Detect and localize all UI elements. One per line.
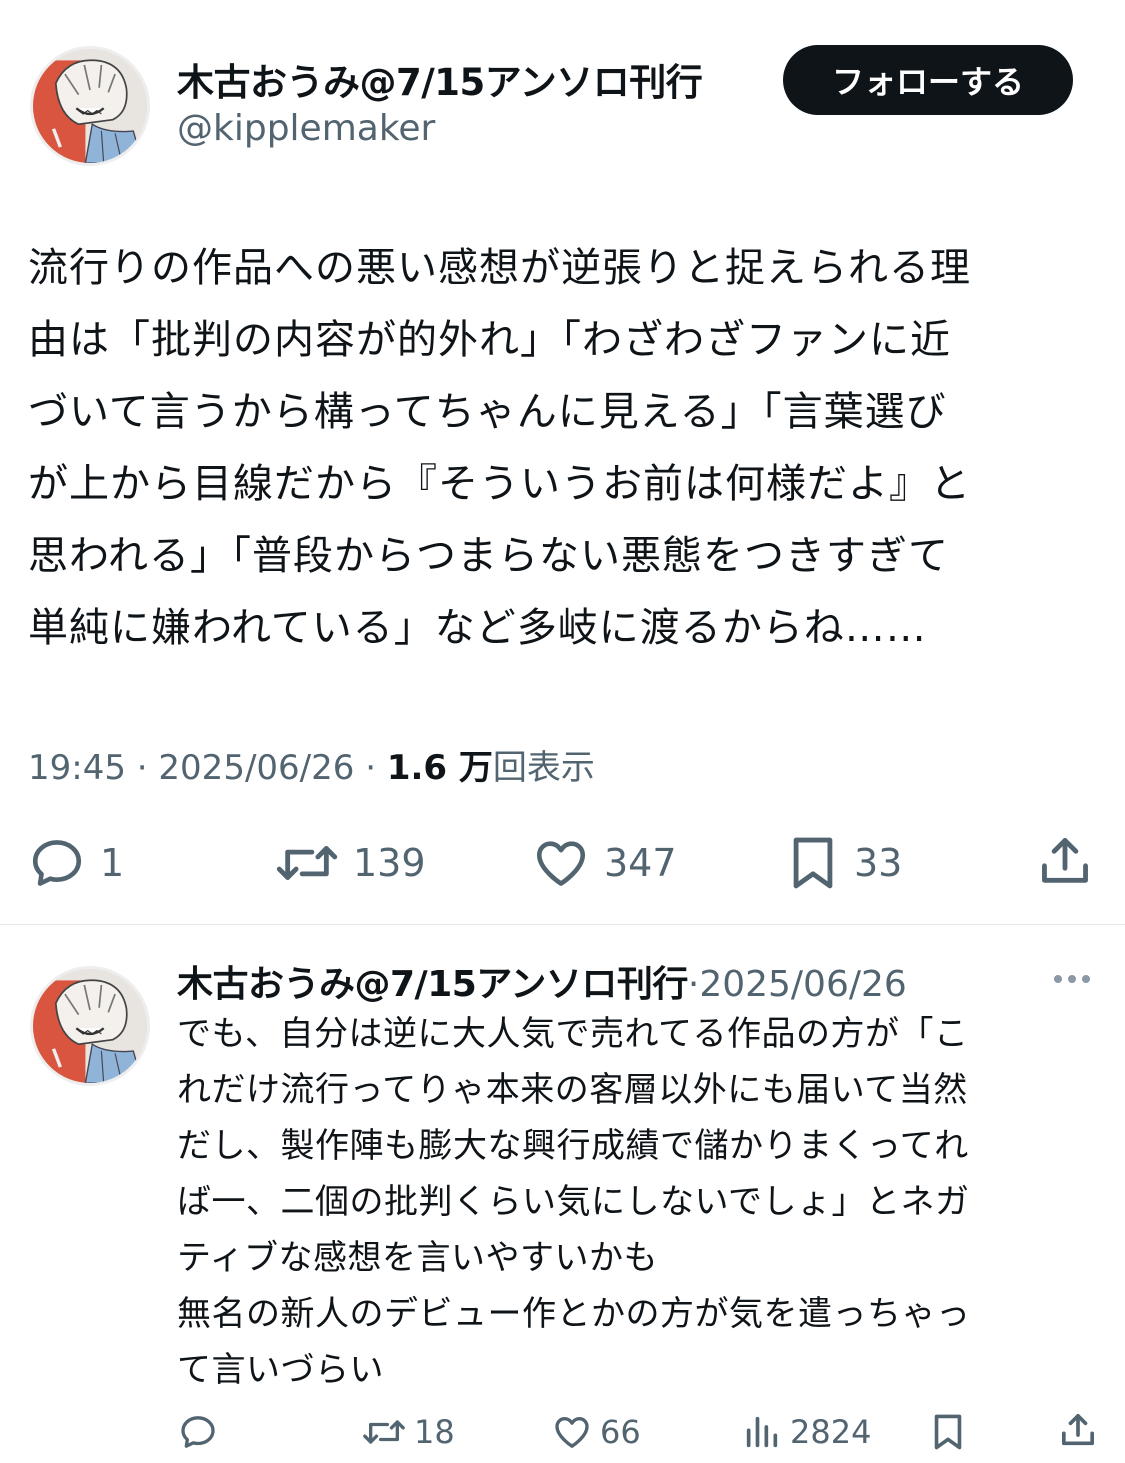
reply-text-line: て言いづらい <box>177 1350 384 1390</box>
reply-retweet-button[interactable]: 18 <box>362 1412 455 1452</box>
heart-icon <box>555 1417 589 1448</box>
reply-more-button[interactable] <box>1050 964 1094 998</box>
share-icon <box>1042 838 1088 883</box>
reply-text-line: だし、製作陣も膨大な興行成績で儲かりまくってれ <box>177 1126 969 1166</box>
author-display-name[interactable]: 木古おうみ@7/15アンソロ刊行 <box>177 52 703 106</box>
bookmark-count: 33 <box>854 841 903 885</box>
reply-views-button[interactable]: 2824 <box>742 1412 871 1452</box>
meta-separator: · <box>136 748 148 788</box>
views-label: 回表示 <box>492 748 595 788</box>
reply-text-line: ば一、二個の批判くらい気にしないでしょ」とネガ <box>177 1182 970 1222</box>
divider <box>0 924 1125 925</box>
tweet-text-line: 思われる」「普段からつまらない悪態をつきすぎて <box>28 533 949 579</box>
reply-text-line: でも、自分は逆に大人気で売れてる作品の方が「こ <box>177 1014 969 1054</box>
tweet-text-line: 由は「批判の内容が的外れ」「わざわざファンに近 <box>28 317 951 363</box>
tweet-text: 流行りの作品への悪い感想が逆張りと捉えられる理 由は「批判の内容が的外れ」「わざ… <box>28 232 1088 664</box>
retweet-count: 139 <box>353 841 426 885</box>
reply-icon <box>181 1416 215 1448</box>
share-icon <box>1062 1414 1094 1446</box>
tweet-text-line: づいて言うから構ってちゃんに見える」「言葉選び <box>28 389 947 435</box>
retweet-icon <box>363 1420 405 1444</box>
reply-count: 1 <box>100 841 125 885</box>
reply-reply-button[interactable] <box>178 1412 218 1452</box>
retweet-icon <box>276 846 338 880</box>
reply-author-avatar[interactable] <box>30 966 150 1086</box>
heart-icon <box>536 841 586 886</box>
author-avatar[interactable] <box>30 46 150 166</box>
reply-text-line: 無名の新人のデビュー作とかの方が気を遣っちゃっ <box>177 1294 971 1334</box>
author-handle[interactable]: @kipplemaker <box>177 108 435 149</box>
reply-date[interactable]: 2025/06/26 <box>699 964 907 1005</box>
views-count[interactable]: 1.6 万 <box>387 748 493 788</box>
tweet-text-line: 単純に嫌われている」など多岐に渡るからね…… <box>28 605 927 651</box>
follow-button[interactable]: フォローする <box>783 45 1073 115</box>
reply-share-button[interactable] <box>1058 1410 1098 1450</box>
meta-separator: · <box>365 748 377 788</box>
user-avatar-illustration <box>33 969 147 1083</box>
reply-like-count: 66 <box>600 1413 641 1451</box>
views-chart-icon <box>746 1416 778 1448</box>
reply-retweet-count: 18 <box>414 1413 455 1451</box>
reply-button[interactable]: 1 <box>28 834 124 892</box>
retweet-button[interactable]: 139 <box>275 834 426 892</box>
bookmark-icon <box>934 1414 962 1450</box>
like-button[interactable]: 347 <box>532 834 677 892</box>
more-dots-icon <box>1054 975 1090 983</box>
tweet-text-line: 流行りの作品への悪い感想が逆張りと捉えられる理 <box>28 245 971 291</box>
tweet-text-line: が上から目線だから『そういうお前は何様だよ』と <box>28 461 971 507</box>
reply-author-name[interactable]: 木古おうみ@7/15アンソロ刊行 <box>177 964 688 1005</box>
bookmark-icon <box>793 837 833 889</box>
reply-views-count: 2824 <box>790 1413 872 1451</box>
reply-like-button[interactable]: 66 <box>552 1412 641 1452</box>
tweet-time[interactable]: 19:45 <box>28 748 126 788</box>
tweet-meta: 19:45 · 2025/06/26 · 1.6 万回表示 <box>28 740 595 789</box>
reply-icon <box>32 840 82 886</box>
reply-separator: · <box>687 964 700 1005</box>
reply-header: 木古おうみ@7/15アンソロ刊行·2025/06/26 <box>177 955 907 1007</box>
reply-bookmark-button[interactable] <box>930 1412 966 1452</box>
user-avatar-illustration <box>33 49 147 163</box>
bookmark-button[interactable]: 33 <box>786 834 902 892</box>
share-button[interactable] <box>1036 832 1094 890</box>
like-count: 347 <box>604 841 677 885</box>
reply-text-line: れだけ流行ってりゃ本来の客層以外にも届いて当然 <box>177 1070 968 1110</box>
tweet-date[interactable]: 2025/06/26 <box>158 748 354 788</box>
reply-text: でも、自分は逆に大人気で売れてる作品の方が「こ れだけ流行ってりゃ本来の客層以外… <box>177 1006 1097 1398</box>
reply-text-line: ティブな感想を言いやすいかも <box>177 1238 658 1278</box>
